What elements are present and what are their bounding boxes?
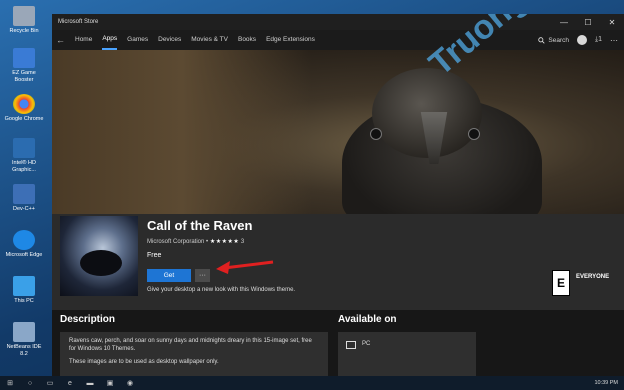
pc-icon bbox=[346, 341, 356, 349]
description-text: Ravens caw, perch, and soar on sunny day… bbox=[69, 338, 312, 352]
task-view-icon[interactable]: ▭ bbox=[44, 378, 56, 388]
app-thumbnail bbox=[60, 216, 138, 296]
intel-graphics-icon bbox=[13, 138, 35, 158]
search-button[interactable]: Search bbox=[538, 37, 569, 44]
search-icon bbox=[538, 36, 545, 44]
description-box: Ravens caw, perch, and soar on sunny day… bbox=[60, 332, 328, 376]
description-note: These images are to be used as desktop w… bbox=[69, 359, 219, 365]
publisher-line: Microsoft Corporation • ★★★★★ 3 bbox=[147, 239, 245, 245]
hero-background bbox=[52, 50, 312, 214]
title-bar: Microsoft Store — ☐ ✕ bbox=[52, 14, 624, 30]
desktop-icon-recycle-bin[interactable]: Recycle Bin bbox=[2, 6, 46, 35]
desktop-icon-dev-cpp[interactable]: Dev-C++ bbox=[2, 184, 46, 213]
nav-apps[interactable]: Apps bbox=[102, 30, 118, 50]
nav-devices[interactable]: Devices bbox=[158, 30, 181, 50]
avatar[interactable] bbox=[577, 35, 587, 45]
desktop-icon-label: EZ Game Booster bbox=[12, 70, 36, 83]
desktop-icon-this-pc[interactable]: This PC bbox=[2, 276, 46, 305]
netbeans-icon bbox=[13, 322, 35, 342]
desktop-icon-label: Dev-C++ bbox=[12, 206, 35, 212]
age-rating: EVERYONE bbox=[576, 274, 610, 280]
raven-eye-left bbox=[370, 128, 382, 140]
description-heading: Description bbox=[60, 314, 116, 325]
esrb-badge: E bbox=[552, 270, 570, 296]
app-title: Call of the Raven bbox=[147, 218, 253, 233]
chrome-icon bbox=[13, 94, 35, 114]
store-window: Microsoft Store — ☐ ✕ ← Home Apps Games … bbox=[52, 14, 624, 376]
desktop-icon-microsoft-edge[interactable]: Microsoft Edge bbox=[2, 230, 46, 259]
app-info-panel: Call of the Raven Microsoft Corporation … bbox=[52, 214, 624, 310]
chrome-taskbar-icon[interactable]: ◉ bbox=[124, 378, 136, 388]
desktop-icon-label: Google Chrome bbox=[4, 116, 44, 122]
this-pc-icon bbox=[13, 276, 35, 296]
desktop-icon-label: NetBeans IDE 8.2 bbox=[6, 344, 42, 357]
star-rating: ★★★★★ bbox=[209, 239, 240, 245]
back-arrow-icon[interactable]: ← bbox=[56, 35, 70, 45]
nav-games[interactable]: Games bbox=[127, 30, 148, 50]
desktop-icon-ez-game-booster[interactable]: EZ Game Booster bbox=[2, 48, 46, 83]
available-on-box: PC bbox=[338, 332, 476, 376]
more-options-button[interactable]: ··· bbox=[195, 269, 210, 282]
explorer-taskbar-icon[interactable]: ▬ bbox=[84, 378, 96, 388]
downloads-icon[interactable]: ⤓1 bbox=[595, 36, 602, 44]
search-label: Search bbox=[548, 36, 569, 44]
red-arrow-icon bbox=[216, 260, 274, 274]
dev-cpp-icon bbox=[13, 184, 35, 204]
desktop-icon-label: This PC bbox=[14, 298, 34, 304]
nav-movies-tv[interactable]: Movies & TV bbox=[191, 30, 228, 50]
ez-game-booster-icon bbox=[13, 48, 35, 68]
minimize-button[interactable]: — bbox=[552, 14, 576, 30]
platform-label: PC bbox=[362, 341, 371, 347]
get-button[interactable]: Get bbox=[147, 269, 191, 282]
raven-eye-right bbox=[468, 128, 480, 140]
nav-edge-extensions[interactable]: Edge Extensions bbox=[266, 30, 315, 50]
edge-icon bbox=[13, 230, 35, 250]
desktop-icon-netbeans[interactable]: NetBeans IDE 8.2 bbox=[2, 322, 46, 357]
nav-books[interactable]: Books bbox=[238, 30, 256, 50]
close-button[interactable]: ✕ bbox=[600, 14, 624, 30]
desktop-icon-label: Intel® HD Graphic... bbox=[12, 160, 36, 173]
maximize-button[interactable]: ☐ bbox=[576, 14, 600, 30]
rating-count: 3 bbox=[240, 239, 245, 245]
taskbar: ⊞ ○ ▭ e ▬ ▣ ◉ 10:39 PM bbox=[0, 376, 624, 390]
desktop-icon-intel-graphics[interactable]: Intel® HD Graphic... bbox=[2, 138, 46, 173]
recycle-bin-icon bbox=[13, 6, 35, 26]
desktop-icon-label: Recycle Bin bbox=[9, 28, 39, 34]
desktop-icon-google-chrome[interactable]: Google Chrome bbox=[2, 94, 46, 123]
available-on-heading: Available on bbox=[338, 314, 397, 325]
thumbnail-raven bbox=[80, 250, 122, 276]
top-nav: ← Home Apps Games Devices Movies & TV Bo… bbox=[52, 30, 624, 50]
clock[interactable]: 10:39 PM bbox=[594, 380, 618, 386]
window-title: Microsoft Store bbox=[58, 19, 99, 25]
price-label: Free bbox=[147, 252, 162, 259]
nav-home[interactable]: Home bbox=[75, 30, 92, 50]
more-menu-icon[interactable]: ⋯ bbox=[610, 36, 618, 45]
store-taskbar-icon[interactable]: ▣ bbox=[104, 378, 116, 388]
app-tagline: Give your desktop a new look with this W… bbox=[147, 287, 296, 293]
start-icon[interactable]: ⊞ bbox=[4, 378, 16, 388]
desktop-icon-label: Microsoft Edge bbox=[5, 252, 43, 258]
search-taskbar-icon[interactable]: ○ bbox=[24, 378, 36, 388]
edge-taskbar-icon[interactable]: e bbox=[64, 378, 76, 388]
publisher-name[interactable]: Microsoft Corporation bbox=[147, 239, 204, 245]
hero-image bbox=[52, 50, 624, 214]
